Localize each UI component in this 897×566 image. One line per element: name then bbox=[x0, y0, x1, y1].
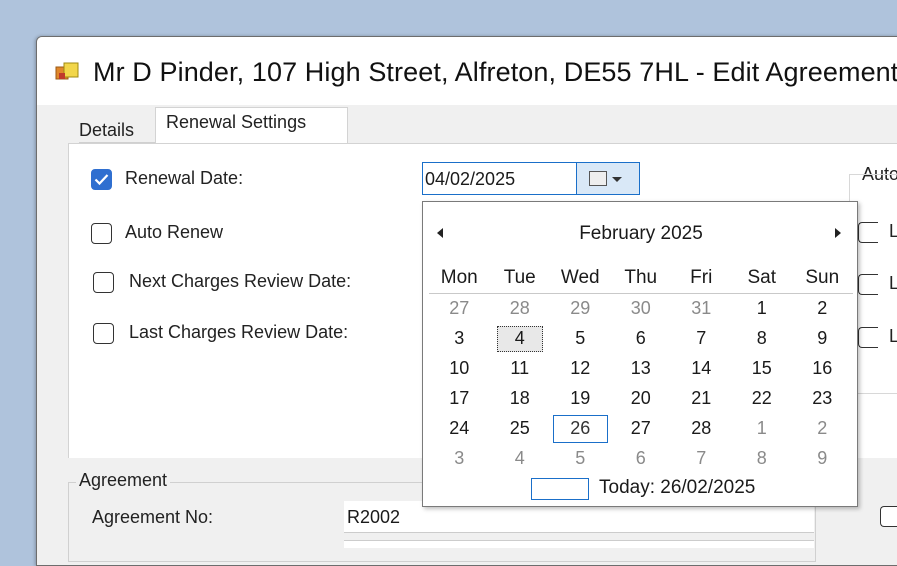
next-charges-review-checkbox[interactable] bbox=[93, 272, 114, 293]
calendar-week-row: 3456789 bbox=[429, 324, 853, 354]
last-charges-review-label: Last Charges Review Date: bbox=[129, 322, 349, 342]
calendar-days: 27 28 29 30 31 1 2 3 4 5 6 7 8 9 10 11 12 13 14 15 16 17 18 19 2… bbox=[429, 294, 853, 474]
calendar-day[interactable]: 8 bbox=[732, 324, 793, 354]
calendar-week-row: 3456789 bbox=[429, 444, 853, 474]
renewal-date-input[interactable]: 04/02/2025 bbox=[422, 162, 577, 195]
auto-renew-checkbox[interactable] bbox=[91, 223, 112, 244]
weekday-header: Fri bbox=[690, 267, 713, 288]
check-icon bbox=[94, 174, 109, 186]
calendar-grid: Mon Tue Wed Thu Fri Sat Sun 27 28 29 30 31 1 2 3 4 5 6 7 8… bbox=[429, 262, 853, 474]
agreement-right-checkbox[interactable] bbox=[880, 506, 897, 527]
tab-renewal-settings[interactable]: Renewal Settings bbox=[155, 107, 348, 144]
calendar-month-title[interactable]: February 2025 bbox=[423, 223, 859, 245]
calendar-day[interactable]: 18 bbox=[490, 384, 551, 414]
right-checkbox-2[interactable] bbox=[858, 274, 878, 295]
calendar-day[interactable]: 23 bbox=[792, 384, 853, 414]
calendar-day[interactable]: 12 bbox=[550, 354, 611, 384]
calendar-day[interactable]: 1 bbox=[732, 414, 793, 444]
calendar-day[interactable]: 17 bbox=[429, 384, 490, 414]
calendar-day[interactable]: 30 bbox=[611, 294, 672, 324]
right-label-3: L bbox=[889, 326, 897, 346]
weekday-header: Wed bbox=[560, 267, 600, 288]
tab-details[interactable]: Details bbox=[79, 115, 159, 143]
weekday-header: Sun bbox=[805, 267, 840, 288]
calendar-day[interactable]: 3 bbox=[429, 324, 490, 354]
calendar-day[interactable]: 13 bbox=[611, 354, 672, 384]
calendar-day[interactable]: 8 bbox=[732, 444, 793, 474]
window-title: Mr D Pinder, 107 High Street, Alfreton, … bbox=[93, 57, 897, 87]
app-icon bbox=[55, 62, 79, 80]
right-checkbox-3[interactable] bbox=[858, 327, 878, 348]
calendar-day[interactable]: 29 bbox=[550, 294, 611, 324]
calendar-week-row: 27 28 29 30 31 1 2 bbox=[429, 294, 853, 324]
today-label[interactable]: Today: 26/02/2025 bbox=[599, 477, 755, 499]
calendar-day[interactable]: 20 bbox=[611, 384, 672, 414]
calendar-day[interactable]: 10 bbox=[429, 354, 490, 384]
next-charges-review-label: Next Charges Review Date: bbox=[129, 271, 352, 291]
last-charges-review-checkbox[interactable] bbox=[93, 323, 114, 344]
renewal-date-label: Renewal Date: bbox=[125, 168, 244, 188]
weekday-header: Sat bbox=[747, 267, 777, 288]
auto-renew-label: Auto Renew bbox=[125, 222, 224, 242]
calendar-day[interactable]: 9 bbox=[792, 444, 853, 474]
title-bar: Mr D Pinder, 107 High Street, Alfreton, … bbox=[37, 37, 897, 105]
calendar-day[interactable]: 5 bbox=[550, 324, 611, 354]
calendar-day[interactable]: 22 bbox=[732, 384, 793, 414]
next-month-icon[interactable] bbox=[835, 228, 841, 238]
weekday-header: Thu bbox=[624, 267, 658, 288]
agreement-second-field[interactable] bbox=[344, 540, 814, 548]
renewal-date-checkbox[interactable] bbox=[91, 169, 112, 190]
right-label-2: L bbox=[889, 273, 897, 293]
calendar-day[interactable]: 11 bbox=[490, 354, 551, 384]
date-dropdown-button[interactable] bbox=[576, 162, 640, 195]
calendar-week-row: 17 18 19 20 21 22 23 bbox=[429, 384, 853, 414]
calendar-day[interactable]: 25 bbox=[490, 414, 551, 444]
calendar-weekday-header: Mon Tue Wed Thu Fri Sat Sun bbox=[429, 262, 853, 294]
weekday-header: Tue bbox=[503, 267, 536, 288]
calendar-day[interactable]: 7 bbox=[671, 324, 732, 354]
calendar-day[interactable]: 2 bbox=[792, 294, 853, 324]
calendar-day[interactable]: 5 bbox=[550, 444, 611, 474]
calendar-week-row: 24 25 26 27 28 1 2 bbox=[429, 414, 853, 444]
calendar-day[interactable]: 31 bbox=[671, 294, 732, 324]
calendar-day[interactable]: 2 bbox=[792, 414, 853, 444]
weekday-header: Mon bbox=[440, 267, 478, 288]
calendar-icon bbox=[589, 171, 607, 186]
calendar-day[interactable]: 4 bbox=[490, 444, 551, 474]
right-checkbox-1[interactable] bbox=[858, 222, 878, 243]
calendar-day[interactable]: 15 bbox=[732, 354, 793, 384]
right-label-1: L bbox=[889, 221, 897, 241]
calendar-day[interactable]: 27 bbox=[611, 414, 672, 444]
calendar-day[interactable]: 7 bbox=[671, 444, 732, 474]
calendar-day[interactable]: 28 bbox=[490, 294, 551, 324]
chevron-down-icon bbox=[612, 177, 622, 182]
calendar-day[interactable]: 9 bbox=[792, 324, 853, 354]
calendar-day[interactable]: 28 bbox=[671, 414, 732, 444]
calendar-day[interactable]: 1 bbox=[732, 294, 793, 324]
calendar-day[interactable]: 6 bbox=[611, 324, 672, 354]
calendar-day[interactable]: 27 bbox=[429, 294, 490, 324]
calendar-day[interactable]: 14 bbox=[671, 354, 732, 384]
calendar-day[interactable]: 6 bbox=[611, 444, 672, 474]
today-marker bbox=[531, 478, 589, 500]
date-picker-calendar: February 2025 Mon Tue Wed Thu Fri Sat Sun 27 28… bbox=[422, 201, 858, 507]
calendar-day[interactable]: 19 bbox=[550, 384, 611, 414]
calendar-day[interactable]: 26 bbox=[550, 414, 611, 444]
calendar-day[interactable]: 21 bbox=[671, 384, 732, 414]
agreement-group-label: Agreement bbox=[76, 470, 171, 491]
calendar-week-row: 10 11 12 13 14 15 16 bbox=[429, 354, 853, 384]
calendar-day[interactable]: 24 bbox=[429, 414, 490, 444]
calendar-day[interactable]: 3 bbox=[429, 444, 490, 474]
calendar-day[interactable]: 4 bbox=[490, 324, 551, 354]
agreement-no-label: Agreement No: bbox=[92, 507, 214, 527]
calendar-day[interactable]: 16 bbox=[792, 354, 853, 384]
